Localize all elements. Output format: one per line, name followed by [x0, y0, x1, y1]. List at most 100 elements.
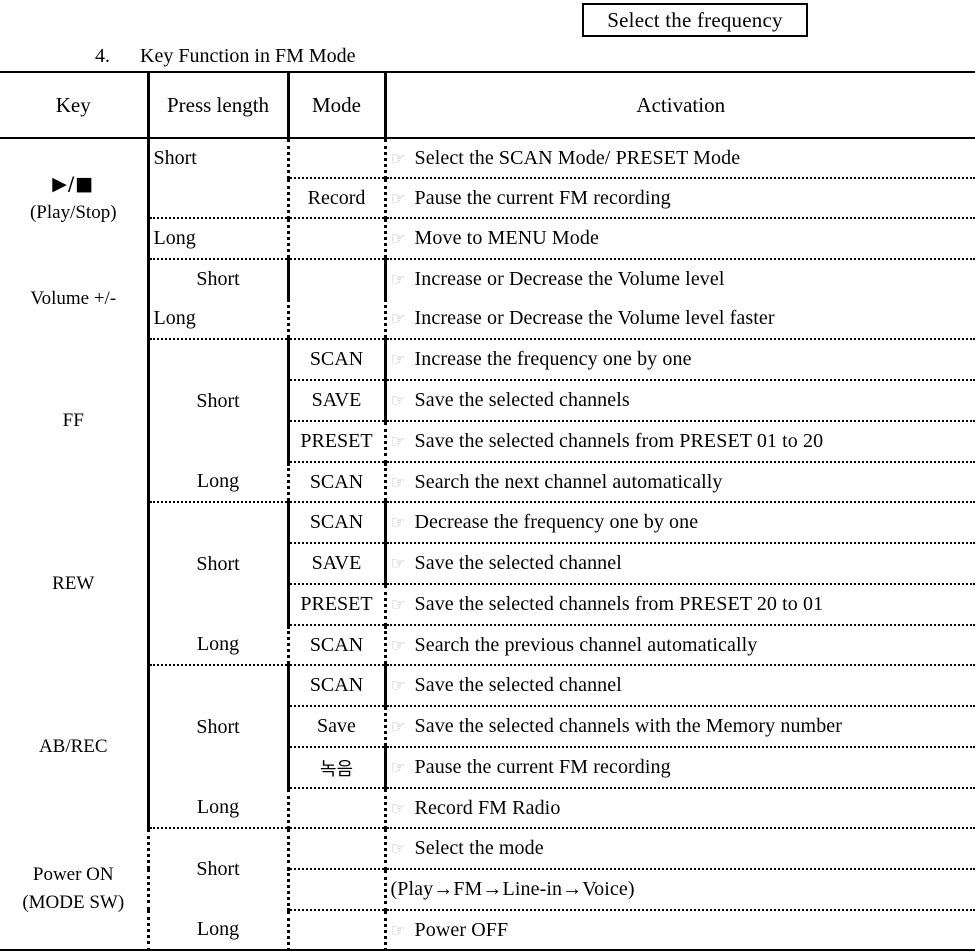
pointing-hand-icon: ☞ [390, 513, 406, 533]
press-length-cell: Long [148, 625, 290, 666]
pointing-hand-icon: ☞ [390, 595, 406, 615]
activation-text: Search the previous channel automaticall… [414, 633, 758, 656]
activation-text: Record FM Radio [414, 796, 561, 819]
activation-text: Save the selected channels from PRESET 0… [414, 430, 824, 452]
key-label: REW [52, 572, 95, 594]
activation-text: Pause the current FM recording [414, 186, 671, 209]
pointing-hand-icon: ☞ [390, 270, 406, 290]
mode-cell [288, 218, 387, 260]
activation-cell: ☞ Move to MENU Mode [385, 218, 975, 260]
table-row: REW Short SCAN ☞ Decrease the frequency o… [0, 502, 975, 665]
key-label: (Play/Stop) [29, 202, 117, 223]
press-length-cell: Short [148, 138, 290, 178]
key-cell-ff: FF [0, 339, 150, 502]
press-length-cell: Long [148, 910, 290, 951]
activation-text: Pause the current FM recording [414, 756, 671, 778]
activation-cell: ☞ Power OFF [385, 910, 975, 951]
mode-cell: SCAN [288, 462, 387, 503]
pointing-hand-icon: ☞ [390, 391, 406, 411]
column-header-activation: Activation [385, 71, 975, 139]
activation-text: Increase or Decrease the Volume level fa… [414, 307, 775, 329]
pointing-hand-icon: ☞ [390, 798, 406, 819]
pointing-hand-icon: ☞ [390, 676, 406, 696]
key-cell-rew: REW [0, 502, 150, 665]
press-length-cell: Short [148, 665, 290, 788]
table-row: Volume +/- Short ☞ Increase or Decrease t… [0, 259, 975, 339]
press-length-cell: Long [148, 462, 290, 503]
pointing-hand-icon: ☞ [390, 188, 406, 209]
mode-cell: SCAN [288, 339, 387, 381]
activation-cell: ☞ Pause the current FM recording [385, 178, 975, 219]
activation-cell: ☞ Increase the frequency one by one [385, 339, 975, 381]
activation-cell: ☞ Decrease the frequency one by one [385, 502, 975, 544]
press-length-cell: Long [148, 299, 290, 340]
key-cell-ab-rec: AB/REC [0, 665, 150, 828]
activation-text: Select the mode [414, 837, 544, 859]
mode-cell [288, 828, 387, 870]
activation-cell: ☞ Increase or Decrease the Volume level [385, 259, 975, 299]
mode-cell: Save [288, 706, 387, 748]
press-length-cell: Long [148, 788, 290, 829]
key-cell-play-stop: ▶/■ (Play/Stop) [0, 138, 150, 259]
activation-text: Save the selected channel [414, 674, 622, 696]
pointing-hand-icon: ☞ [390, 309, 406, 329]
table-row: ▶/■ (Play/Stop) Short ☞ Select the SCAN M… [0, 138, 975, 259]
section-title: Key Function in FM Mode [140, 44, 356, 67]
key-symbol: ▶/■ [52, 173, 95, 196]
mode-cell: SCAN [288, 625, 387, 666]
mode-cell: 녹음 [288, 747, 387, 789]
pointing-hand-icon: ☞ [390, 839, 406, 859]
callout-select-frequency: Select the frequency [582, 3, 808, 37]
activation-cell: (Play→FM→Line-in→Voice) [385, 869, 975, 911]
press-length-cell: Short [148, 502, 290, 625]
mode-cell [288, 299, 387, 340]
activation-cell: ☞ Save the selected channels with the Mem… [385, 706, 975, 748]
activation-text: Move to MENU Mode [414, 227, 599, 249]
activation-text: Decrease the frequency one by one [414, 511, 699, 533]
activation-cell: ☞ Search the next channel automatically [385, 462, 975, 503]
key-cell-volume: Volume +/- [0, 259, 150, 339]
pointing-hand-icon: ☞ [390, 554, 406, 574]
activation-text: Increase or Decrease the Volume level [414, 268, 725, 290]
pointing-hand-icon: ☞ [390, 758, 406, 778]
activation-cell: ☞ Select the SCAN Mode/ PRESET Mode [385, 138, 975, 179]
mode-cell: SAVE [288, 380, 387, 422]
section-number: 4. [95, 44, 110, 67]
column-header-key: Key [0, 71, 150, 139]
column-header-mode: Mode [288, 71, 387, 139]
mode-cell: PRESET [288, 584, 387, 626]
column-header-press-length: Press length [148, 71, 290, 139]
activation-cell: ☞ Record FM Radio [385, 788, 975, 829]
activation-text: (Play→FM→Line-in→Voice) [390, 878, 635, 900]
activation-cell: ☞ Increase or Decrease the Volume level f… [385, 299, 975, 340]
press-length-cell: Long [148, 218, 290, 260]
press-length-cell: Short [148, 259, 290, 299]
activation-text: Save the selected channels from PRESET 2… [414, 593, 824, 615]
key-label: FF [62, 409, 84, 431]
activation-text: Power OFF [414, 918, 509, 941]
mode-cell: PRESET [288, 421, 387, 463]
table-header-row: Key Press length Mode Activation [0, 71, 975, 139]
press-length-cell: Short [148, 339, 290, 462]
key-symbol: Power ON [32, 863, 114, 885]
mode-cell: SCAN [288, 502, 387, 544]
activation-cell: ☞ Save the selected channels [385, 380, 975, 422]
activation-cell: ☞ Save the selected channels from PRESET … [385, 584, 975, 626]
key-cell-power-on: Power ON (MODE SW) [0, 828, 150, 951]
key-label: (MODE SW) [22, 891, 125, 913]
activation-text: Save the selected channel [414, 552, 622, 574]
press-length-cell [148, 178, 290, 219]
mode-cell: Record [288, 178, 387, 219]
activation-cell: ☞ Save the selected channels from PRESET … [385, 421, 975, 463]
pointing-hand-icon: ☞ [390, 229, 406, 249]
pointing-hand-icon: ☞ [390, 717, 406, 737]
activation-text: Increase the frequency one by one [414, 348, 692, 370]
activation-text: Select the SCAN Mode/ PRESET Mode [414, 146, 741, 169]
pointing-hand-icon: ☞ [390, 920, 406, 941]
activation-cell: ☞ Pause the current FM recording [385, 747, 975, 789]
mode-cell [288, 869, 387, 911]
key-function-table: Key Press length Mode Activation ▶/■ (Pl… [0, 71, 975, 951]
table-row: FF Short SCAN ☞ Increase the frequency on… [0, 339, 975, 502]
activation-cell: ☞ Save the selected channel [385, 665, 975, 707]
activation-text: Save the selected channels with the Memo… [414, 715, 843, 737]
